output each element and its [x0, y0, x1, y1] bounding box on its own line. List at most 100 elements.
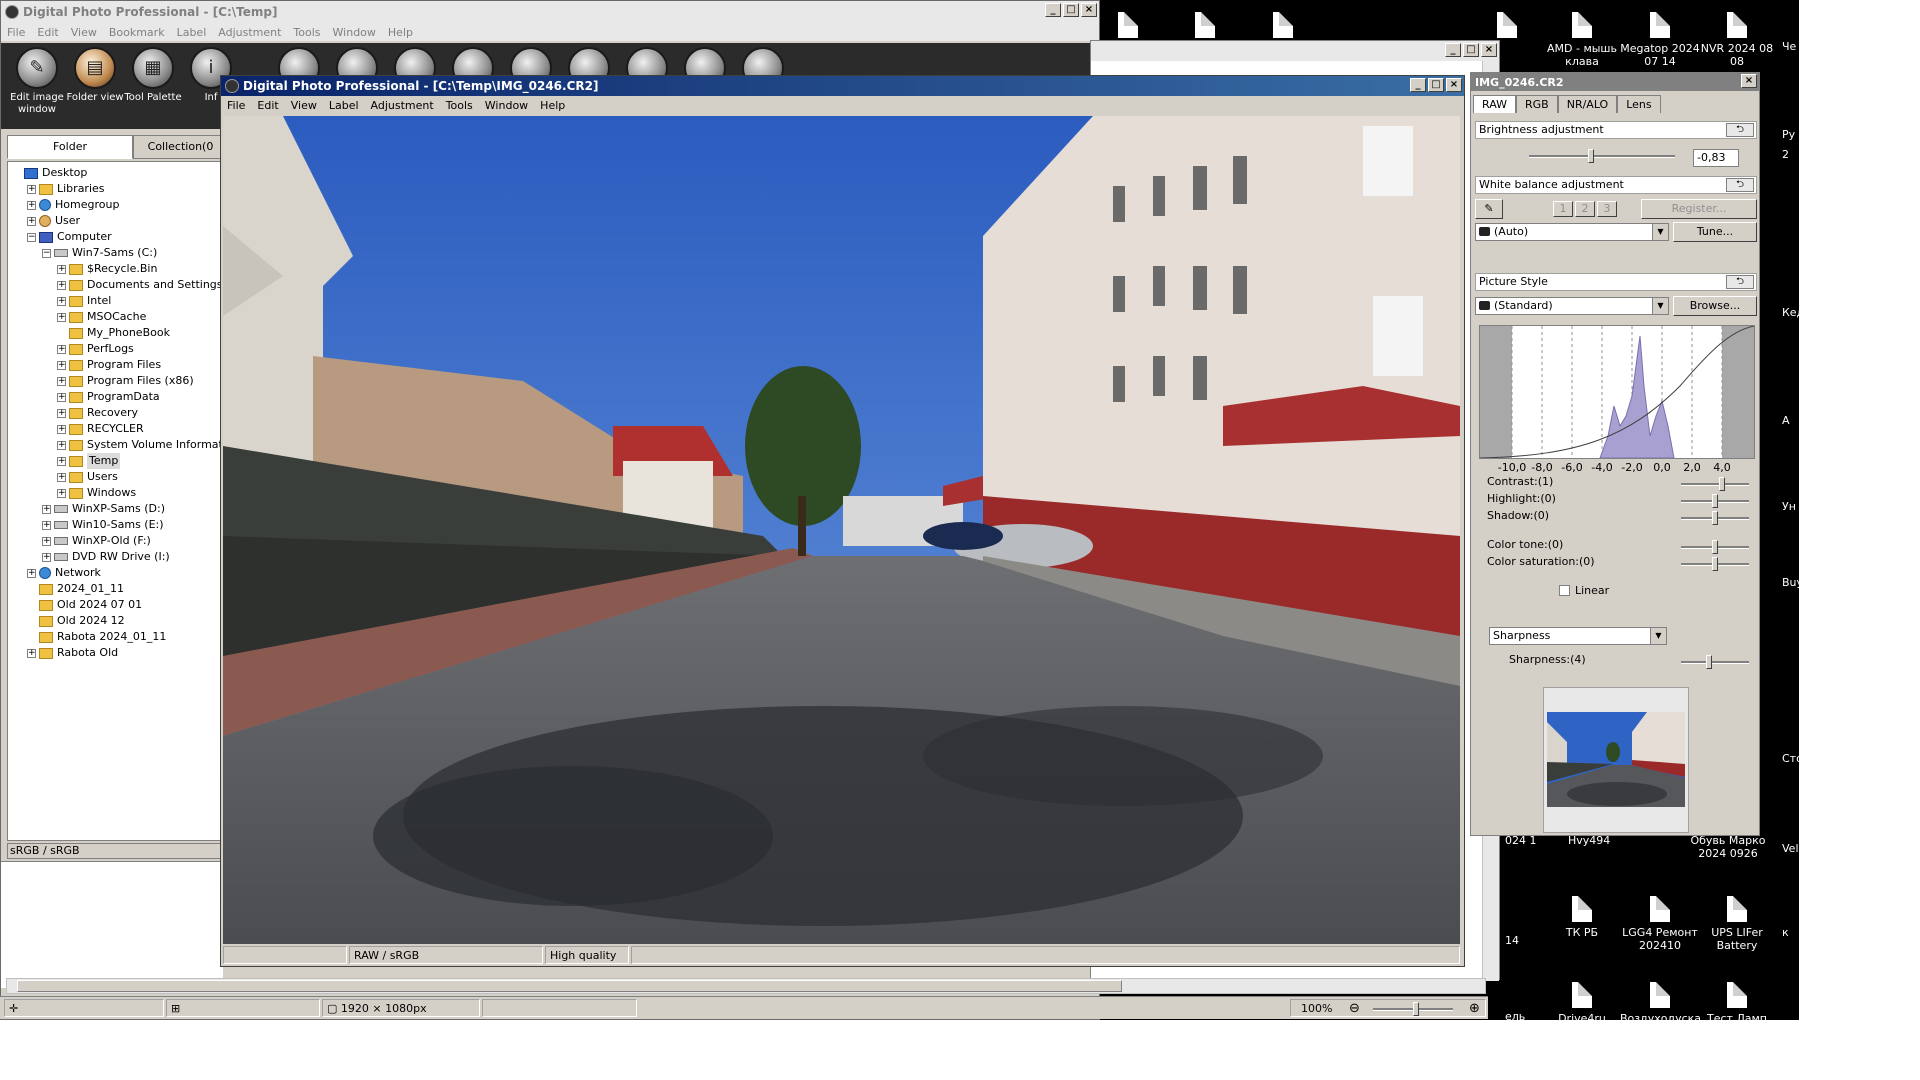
- menu-item-label[interactable]: Label: [171, 26, 213, 39]
- brightness-slider-knob[interactable]: [1587, 149, 1594, 163]
- palette-tab-lens[interactable]: Lens: [1617, 95, 1661, 113]
- tab-collection[interactable]: Collection(0: [133, 135, 228, 159]
- palette-tab-nr-alo[interactable]: NR/ALO: [1557, 95, 1618, 113]
- expand-icon[interactable]: +: [57, 488, 66, 498]
- menu-item-file[interactable]: File: [1, 26, 31, 39]
- expand-icon[interactable]: +: [42, 520, 51, 530]
- desktop-shortcut[interactable]: [1243, 12, 1323, 42]
- tree-node[interactable]: + User: [27, 213, 80, 229]
- palette-titlebar[interactable]: IMG_0246.CR2 ×: [1471, 73, 1759, 91]
- wb-tune-button[interactable]: Tune...: [1673, 222, 1757, 242]
- tree-node[interactable]: + RECYCLER: [57, 421, 144, 437]
- tree-node[interactable]: + System Volume Informatior: [57, 437, 220, 453]
- bg-minimize-button[interactable]: _: [1445, 43, 1461, 57]
- expand-icon[interactable]: +: [57, 360, 66, 370]
- menu-item-view[interactable]: View: [65, 26, 103, 39]
- main-titlebar[interactable]: Digital Photo Professional - [C:\Temp] _…: [1, 1, 1099, 23]
- sharpness-slider[interactable]: [1681, 655, 1749, 669]
- tree-node[interactable]: − Win7-Sams (C:): [42, 245, 157, 261]
- menu-item-window[interactable]: Window: [479, 99, 534, 112]
- picture-style-reset-button[interactable]: ⮌: [1726, 275, 1754, 289]
- tree-node[interactable]: Rabota 2024_01_11: [27, 629, 166, 645]
- close-button[interactable]: ×: [1081, 3, 1097, 17]
- expand-icon[interactable]: +: [57, 424, 66, 434]
- tone-slider-knob[interactable]: [1712, 557, 1718, 571]
- desktop-shortcut[interactable]: Воздуходуска: [1620, 982, 1701, 1025]
- expand-icon[interactable]: +: [57, 456, 66, 466]
- expand-icon[interactable]: +: [27, 568, 36, 578]
- expand-icon[interactable]: +: [57, 440, 66, 450]
- palette-tab-rgb[interactable]: RGB: [1516, 95, 1558, 113]
- white-balance-reset-button[interactable]: ⮌: [1726, 178, 1754, 192]
- tree-node[interactable]: My_PhoneBook: [57, 325, 170, 341]
- expand-icon[interactable]: +: [57, 344, 66, 354]
- zoom-slider-knob[interactable]: [1413, 1002, 1419, 1016]
- sharpness-mode-select[interactable]: Sharpness ▼: [1489, 627, 1667, 645]
- img-minimize-button[interactable]: _: [1410, 78, 1426, 92]
- menu-item-adjustment[interactable]: Adjustment: [365, 99, 440, 112]
- tone-slider[interactable]: [1681, 557, 1749, 571]
- tree-node[interactable]: + Users: [57, 469, 118, 485]
- tree-node[interactable]: + Rabota Old: [27, 645, 118, 661]
- tree-node[interactable]: + Network: [27, 565, 101, 581]
- menu-item-bookmark[interactable]: Bookmark: [103, 26, 171, 39]
- linear-checkbox[interactable]: [1559, 585, 1570, 596]
- expand-icon[interactable]: +: [57, 296, 66, 306]
- menu-item-edit[interactable]: Edit: [31, 26, 64, 39]
- toolbar-button-tool-palette[interactable]: ▦ Tool Palette: [123, 47, 183, 104]
- tone-slider[interactable]: [1681, 540, 1749, 554]
- desktop-shortcut[interactable]: [1088, 12, 1168, 42]
- tree-node[interactable]: + Win10-Sams (E:): [42, 517, 164, 533]
- tone-curve-histogram[interactable]: [1479, 325, 1755, 459]
- tree-node[interactable]: + Windows: [57, 485, 136, 501]
- desktop-shortcut[interactable]: LGG4 Ремонт 202410: [1620, 896, 1700, 952]
- tree-node[interactable]: + Program Files: [57, 357, 161, 373]
- tree-node[interactable]: Old 2024 12: [27, 613, 125, 629]
- img-close-button[interactable]: ×: [1446, 78, 1462, 92]
- collapse-icon[interactable]: −: [42, 248, 51, 258]
- menu-item-help[interactable]: Help: [382, 26, 419, 39]
- desktop-shortcut[interactable]: ТК РБ: [1542, 896, 1622, 939]
- desktop-shortcut[interactable]: [1165, 12, 1245, 42]
- expand-icon[interactable]: +: [27, 200, 36, 210]
- tree-node[interactable]: + Program Files (x86): [57, 373, 194, 389]
- tone-slider-knob[interactable]: [1719, 477, 1726, 491]
- menu-item-adjustment[interactable]: Adjustment: [212, 26, 287, 39]
- img-maximize-button[interactable]: □: [1428, 78, 1444, 92]
- tab-folder[interactable]: Folder: [7, 135, 133, 159]
- wb-preset-2[interactable]: 2: [1575, 201, 1595, 217]
- white-balance-select[interactable]: (Auto) ▼: [1475, 223, 1669, 241]
- expand-icon[interactable]: +: [57, 280, 66, 290]
- menu-item-view[interactable]: View: [285, 99, 323, 112]
- tree-node[interactable]: + Intel: [57, 293, 111, 309]
- tree-node[interactable]: + Libraries: [27, 181, 105, 197]
- desktop-shortcut[interactable]: Тест Ламп: [1697, 982, 1777, 1025]
- palette-close-button[interactable]: ×: [1741, 74, 1757, 88]
- expand-icon[interactable]: +: [57, 392, 66, 402]
- menu-item-help[interactable]: Help: [534, 99, 571, 112]
- expand-icon[interactable]: +: [42, 536, 51, 546]
- horizontal-scrollbar[interactable]: [6, 978, 1486, 994]
- image-window-titlebar[interactable]: Digital Photo Professional - [C:\Temp\IM…: [221, 76, 1464, 96]
- menu-item-window[interactable]: Window: [327, 26, 382, 39]
- picture-style-browse-button[interactable]: Browse...: [1673, 296, 1757, 316]
- tree-node[interactable]: + ProgramData: [57, 389, 160, 405]
- expand-icon[interactable]: +: [57, 312, 66, 322]
- wb-register-button[interactable]: Register...: [1641, 199, 1757, 219]
- menu-item-label[interactable]: Label: [323, 99, 365, 112]
- tree-node[interactable]: + Homegroup: [27, 197, 119, 213]
- expand-icon[interactable]: +: [57, 376, 66, 386]
- tree-node[interactable]: + MSOCache: [57, 309, 146, 325]
- menu-item-tools[interactable]: Tools: [287, 26, 326, 39]
- menu-item-file[interactable]: File: [221, 99, 251, 112]
- tree-node[interactable]: Desktop: [12, 165, 87, 181]
- expand-icon[interactable]: +: [27, 184, 36, 194]
- zoom-in-button[interactable]: ⊕: [1469, 1000, 1480, 1018]
- picture-style-select[interactable]: (Standard) ▼: [1475, 297, 1669, 315]
- wb-preset-3[interactable]: 3: [1597, 201, 1617, 217]
- tree-node[interactable]: + $Recycle.Bin: [57, 261, 157, 277]
- tone-slider[interactable]: [1681, 477, 1749, 491]
- tree-node[interactable]: 2024_01_11: [27, 581, 124, 597]
- brightness-reset-button[interactable]: ⮌: [1726, 123, 1754, 137]
- navigator-thumbnail[interactable]: [1543, 687, 1689, 833]
